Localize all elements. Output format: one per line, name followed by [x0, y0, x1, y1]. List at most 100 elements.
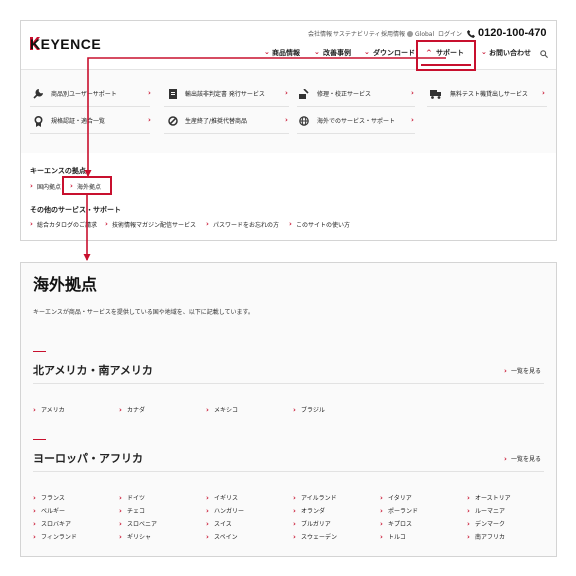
region-accent-line [33, 439, 46, 440]
phone-number[interactable]: 0120-100-470 [478, 26, 547, 40]
document-icon [169, 89, 177, 99]
globe-small-icon [407, 31, 413, 37]
chevron-right-icon: › [411, 116, 414, 124]
region-accent-line [33, 351, 46, 352]
truck-icon [430, 90, 441, 99]
country-link[interactable]: › メキシコ [206, 397, 238, 416]
country-name: トルコ [387, 534, 406, 541]
chevron-right-icon: › [33, 533, 36, 541]
support-item-test-rental[interactable]: 無料テスト機貸出しサービス [450, 91, 528, 99]
chevron-right-icon: › [105, 220, 108, 228]
search-icon[interactable] [540, 50, 548, 58]
chevron-down-icon: ⌄ [314, 48, 320, 56]
country-link[interactable]: › スウェーデン [293, 524, 337, 543]
chevron-right-icon: › [33, 406, 36, 414]
chevron-down-icon: ⌄ [364, 48, 370, 56]
chevron-right-icon: › [504, 367, 507, 375]
highlight-box-overseas-link [62, 176, 112, 195]
country-link[interactable]: › アメリカ [33, 397, 65, 416]
utility-link-company[interactable]: 会社情報 [308, 31, 332, 39]
chevron-right-icon: › [148, 89, 151, 97]
overseas-page-screenshot: 海外拠点 キーエンスが商品・サービスを提供している国や地域を、以下に記載していま… [20, 262, 557, 557]
phone-icon [467, 30, 475, 38]
highlight-box-support-nav [416, 40, 476, 71]
login-link[interactable]: ログイン [438, 31, 462, 39]
country-link[interactable]: › ブラジル [293, 397, 325, 416]
chevron-right-icon: › [119, 406, 122, 414]
menu-divider [30, 106, 150, 107]
chevron-right-icon: › [289, 220, 292, 228]
utility-link-sustainability[interactable]: サステナビリティ [333, 31, 381, 39]
support-item-overseas-support[interactable]: 海外でのサービス・サポート [317, 118, 395, 126]
nav-download[interactable]: ダウンロード [373, 49, 415, 58]
view-all-link-europe-africa[interactable]: 一覧を見る [511, 456, 541, 464]
support-item-product-support[interactable]: 商品別ユーザーサポート [51, 91, 117, 99]
link-tech-magazine[interactable]: 技術情報マガジン配信サービス [112, 222, 196, 230]
chevron-right-icon: › [206, 220, 209, 228]
chevron-right-icon: › [285, 116, 288, 124]
country-name: フィンランド [40, 534, 77, 541]
menu-divider [30, 133, 150, 134]
page-description: キーエンスが商品・サービスを提供している国や地域を、以下に記載しています。 [33, 309, 254, 316]
chevron-right-icon: › [285, 89, 288, 97]
globe-icon [299, 116, 309, 126]
bases-heading: キーエンスの拠点 [30, 167, 86, 175]
nav-products[interactable]: 商品情報 [272, 49, 300, 58]
country-name: スウェーデン [300, 534, 337, 541]
view-all-link-americas[interactable]: 一覧を見る [511, 368, 541, 376]
chevron-right-icon: › [206, 406, 209, 414]
country-link[interactable]: › 南アフリカ [467, 524, 505, 543]
chevron-right-icon: › [504, 455, 507, 463]
support-item-discontinued[interactable]: 生産終了/推奨代替商品 [185, 118, 247, 126]
support-item-repair[interactable]: 修理・校正サービス [317, 91, 371, 99]
chevron-right-icon: › [148, 116, 151, 124]
country-link[interactable]: › トルコ [380, 524, 406, 543]
country-link[interactable]: › フィンランド [33, 524, 77, 543]
region-divider [33, 471, 544, 472]
country-link[interactable]: › カナダ [119, 397, 145, 416]
prohibited-icon [168, 116, 178, 126]
chevron-right-icon: › [119, 533, 122, 541]
utility-link-recruit[interactable]: 採用情報 [381, 31, 405, 39]
support-item-export-document[interactable]: 輸出該非判定書 発行サービス [185, 91, 265, 99]
country-name: 南アフリカ [474, 534, 505, 541]
region-divider [33, 383, 544, 384]
chevron-right-icon: › [293, 406, 296, 414]
nav-contact[interactable]: お問い合わせ [489, 49, 531, 58]
country-link[interactable]: › ギリシャ [119, 524, 151, 543]
link-site-usage[interactable]: このサイトの使い方 [296, 222, 350, 230]
certificate-icon [34, 116, 43, 127]
wrench-icon [33, 89, 43, 99]
chevron-right-icon: › [30, 182, 33, 190]
country-name: ブラジル [300, 407, 325, 414]
repair-icon [299, 89, 309, 99]
region-heading-americas: 北アメリカ・南アメリカ [33, 364, 153, 377]
country-name: カナダ [126, 407, 145, 414]
chevron-right-icon: › [542, 89, 545, 97]
page-title: 海外拠点 [33, 275, 98, 294]
global-link[interactable]: Global [415, 31, 434, 39]
country-name: メキシコ [213, 407, 238, 414]
chevron-right-icon: › [30, 220, 33, 228]
chevron-right-icon: › [206, 533, 209, 541]
link-forgot-password[interactable]: パスワードをお忘れの方 [213, 222, 279, 230]
chevron-right-icon: › [411, 89, 414, 97]
chevron-right-icon: › [380, 533, 383, 541]
chevron-right-icon: › [293, 533, 296, 541]
link-domestic-bases[interactable]: 国内拠点 [37, 184, 61, 192]
country-link[interactable]: › スペイン [206, 524, 238, 543]
menu-divider [297, 133, 415, 134]
chevron-down-icon: ⌄ [264, 48, 270, 56]
menu-divider [164, 133, 289, 134]
menu-divider [427, 106, 547, 107]
logo-text: KEYENCE [30, 36, 102, 52]
site-header-screenshot: KEYENCE 会社情報 サステナビリティ 採用情報 Global ログイン 0… [20, 20, 557, 241]
other-services-heading: その他のサービス・サポート [30, 206, 121, 214]
link-catalog-request[interactable]: 総合カタログのご請求 [37, 222, 97, 230]
support-item-certification[interactable]: 規格認証・適合一覧 [51, 118, 105, 126]
region-heading-europe-africa: ヨーロッパ・アフリカ [33, 452, 143, 465]
chevron-down-icon: ⌄ [481, 48, 487, 56]
nav-case-studies[interactable]: 改善事例 [323, 49, 351, 58]
country-name: ギリシャ [126, 534, 151, 541]
chevron-right-icon: › [467, 533, 470, 541]
